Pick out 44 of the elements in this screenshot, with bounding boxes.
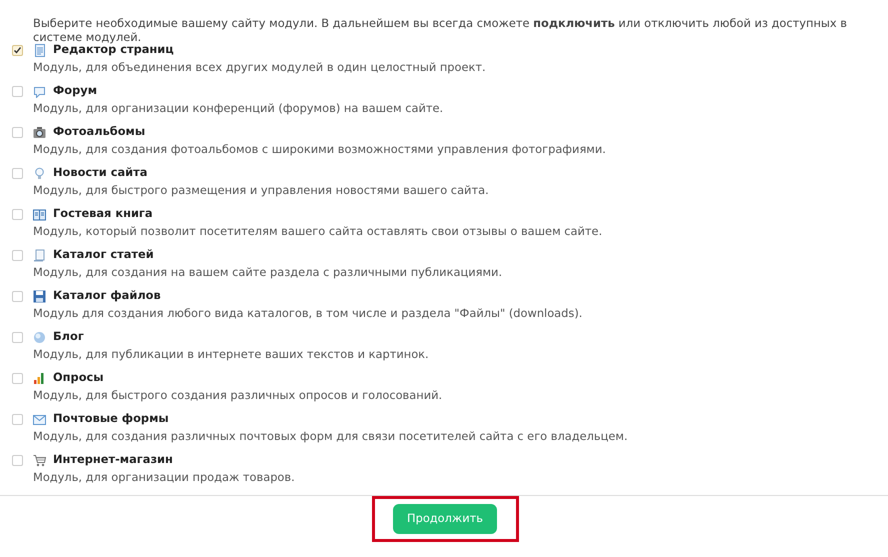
module-description: Модуль, для создания на вашем сайте раздела с различными публикациями. (33, 265, 502, 279)
checkbox[interactable] (12, 290, 23, 302)
module-description: Модуль, для быстрого размещения и управления новостями вашего сайта. (33, 183, 489, 197)
checkbox[interactable] (12, 454, 23, 466)
module-description: Модуль, для организации продаж товаров. (33, 470, 295, 484)
module-title: Интернет-магазин (53, 451, 173, 468)
checkbox[interactable] (12, 86, 23, 96)
module-title: Форум (53, 82, 98, 100)
speech-bubble-icon (33, 84, 46, 98)
book-icon (33, 208, 46, 220)
module-description: Модуль, для организации конференций (форумов) на вашем сайте. (33, 101, 444, 115)
module-title: Новости сайта (53, 164, 148, 182)
module-title: Опросы (53, 369, 104, 386)
module-title: Каталог статей (53, 246, 154, 264)
continue-button[interactable]: Продолжить (393, 504, 497, 534)
checkbox[interactable] (12, 332, 23, 342)
scroll-icon (33, 248, 46, 262)
checkbox[interactable] (12, 44, 23, 56)
document-icon (33, 44, 46, 56)
module-title: Редактор страниц (53, 42, 174, 58)
module-description: Модуль для создания любого вида каталогов, в том числе и раздела "Файлы" (downloads). (33, 306, 582, 320)
cart-icon (33, 454, 46, 466)
module-description: Модуль, для быстрого создания различных опросов и голосований. (33, 388, 442, 402)
module-description: Модуль, который позволит посетителям вашего сайта оставлять свои отзывы о вашем сайте. (33, 224, 602, 238)
module-description: Модуль, для объединения всех других модулей в один целостный проект. (33, 60, 486, 74)
checkbox[interactable] (12, 126, 23, 138)
module-description: Модуль, для создания фотоальбомов с широкими возможностями управления фотографиями. (33, 142, 606, 156)
globe-icon (33, 330, 46, 344)
checkbox[interactable] (12, 250, 23, 260)
camera-icon (33, 126, 46, 138)
module-title: Фотоальбомы (53, 123, 146, 140)
checkbox[interactable] (12, 414, 23, 424)
envelope-icon (33, 412, 46, 426)
module-title: Блог (53, 328, 84, 346)
lightbulb-icon (33, 166, 46, 180)
checkbox[interactable] (12, 372, 23, 384)
checkbox[interactable] (12, 168, 23, 178)
bar-chart-icon (33, 372, 46, 384)
module-description: Модуль, для публикации в интернете ваших текстов и картинок. (33, 347, 429, 361)
module-title: Каталог файлов (53, 287, 161, 304)
module-description: Модуль, для создания различных почтовых форм для связи посетителей сайта с его владельцем. (33, 429, 628, 443)
checkbox[interactable] (12, 208, 23, 220)
module-title: Гостевая книга (53, 205, 153, 222)
module-title: Почтовые формы (53, 410, 169, 428)
